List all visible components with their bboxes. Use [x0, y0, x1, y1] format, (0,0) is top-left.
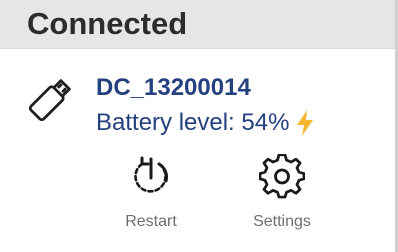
battery-status: Battery level: 54% — [96, 106, 315, 140]
header-bar: Connected — [0, 0, 398, 49]
gear-icon — [258, 153, 306, 200]
restart-power-icon — [128, 154, 174, 200]
connection-status-title: Connected — [27, 6, 188, 41]
battery-level-text: Battery level: 54% — [96, 109, 290, 136]
usb-stick-icon — [26, 74, 76, 124]
settings-button[interactable]: Settings — [237, 153, 327, 234]
settings-label: Settings — [253, 213, 311, 230]
lightning-bolt-icon — [295, 109, 315, 137]
restart-button[interactable]: Restart — [106, 154, 196, 234]
restart-label: Restart — [125, 213, 177, 230]
device-name: DC_13200014 — [96, 74, 251, 101]
